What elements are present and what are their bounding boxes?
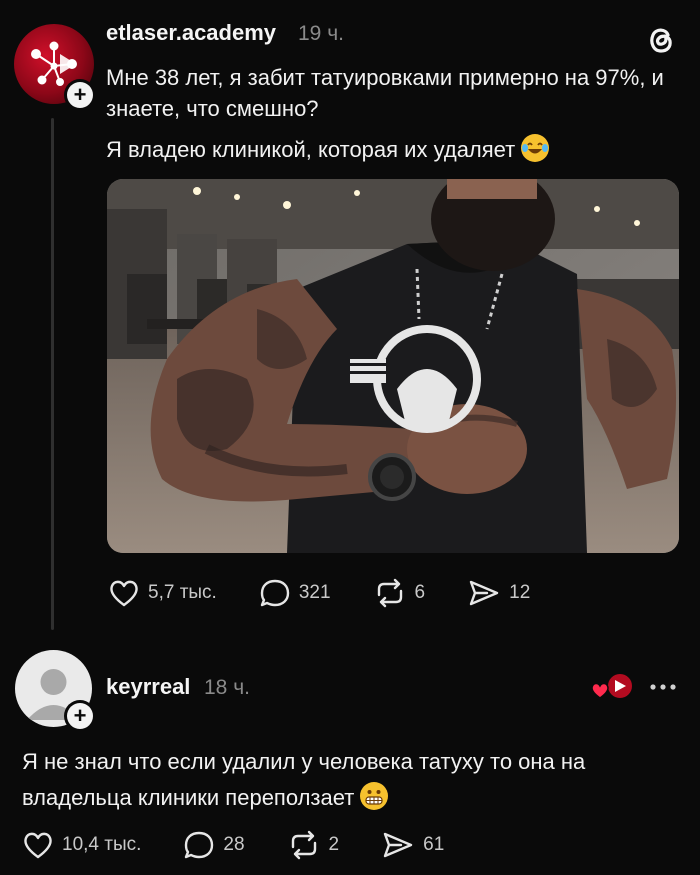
thread-connector-line bbox=[51, 118, 54, 630]
post-photo[interactable] bbox=[107, 179, 679, 553]
author-liked-badge bbox=[590, 672, 634, 702]
heart-icon bbox=[110, 580, 138, 607]
post-text-line-2: Я владею клиникой, которая их удаляет bbox=[106, 134, 681, 165]
grimacing-emoji-icon bbox=[360, 782, 389, 810]
send-icon bbox=[469, 580, 499, 606]
reply-actions-bar: 10,4 тыс. 28 2 61 bbox=[22, 830, 486, 860]
comment-bubble-icon bbox=[260, 579, 290, 607]
more-dots-icon bbox=[650, 684, 676, 690]
reply-time: 18 ч. bbox=[204, 676, 250, 699]
gym-photo-image bbox=[107, 179, 679, 553]
laughing-tears-emoji-icon bbox=[521, 134, 550, 162]
post-body: Мне 38 лет, я забит татуировками примерн… bbox=[106, 62, 681, 175]
reply-share-count: 61 bbox=[423, 834, 445, 855]
threads-logo-icon[interactable] bbox=[644, 22, 678, 56]
follow-plus-button-reply[interactable]: + bbox=[64, 700, 96, 732]
follow-plus-button[interactable]: + bbox=[64, 79, 96, 111]
post-time: 19 ч. bbox=[298, 22, 344, 45]
like-count: 5,7 тыс. bbox=[148, 582, 217, 603]
repost-icon bbox=[291, 830, 316, 860]
reply-like-count: 10,4 тыс. bbox=[62, 834, 142, 855]
reply-repost-button[interactable]: 2 bbox=[287, 830, 340, 860]
reply-share-button[interactable]: 61 bbox=[381, 830, 444, 860]
reply-text: Я не знал что если удалил у человека тат… bbox=[22, 749, 586, 810]
comment-button[interactable]: 321 bbox=[259, 578, 331, 608]
send-icon bbox=[383, 832, 413, 858]
reply-comment-button[interactable]: 28 bbox=[183, 830, 245, 860]
plus-icon: + bbox=[67, 703, 93, 729]
comment-bubble-icon bbox=[185, 831, 214, 859]
repost-icon bbox=[377, 578, 402, 608]
reply-like-button[interactable]: 10,4 тыс. bbox=[22, 830, 141, 860]
plus-icon: + bbox=[67, 82, 93, 108]
share-button[interactable]: 12 bbox=[467, 578, 530, 608]
reply-comment-count: 28 bbox=[223, 834, 245, 855]
reply-repost-count: 2 bbox=[328, 834, 340, 855]
more-options-button[interactable] bbox=[648, 680, 678, 694]
post-text-line-2-text: Я владею клиникой, которая их удаляет bbox=[106, 137, 516, 162]
heart-icon bbox=[24, 832, 52, 859]
share-count: 12 bbox=[509, 582, 531, 603]
post-actions-bar: 5,7 тыс. 321 6 12 bbox=[108, 578, 572, 608]
reply-username[interactable]: keyrreal bbox=[106, 674, 190, 700]
comment-count: 321 bbox=[298, 582, 331, 603]
repost-count: 6 bbox=[414, 582, 426, 603]
like-button[interactable]: 5,7 тыс. bbox=[108, 578, 217, 608]
liked-by-author-icon bbox=[591, 672, 634, 700]
post-username[interactable]: etlaser.academy bbox=[106, 20, 276, 46]
post-text-line-1: Мне 38 лет, я забит татуировками примерн… bbox=[106, 65, 664, 121]
reply-body: Я не знал что если удалил у человека тат… bbox=[22, 744, 662, 816]
repost-button[interactable]: 6 bbox=[373, 578, 426, 608]
